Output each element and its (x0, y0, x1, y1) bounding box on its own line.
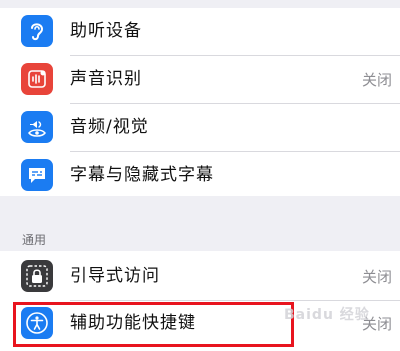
section-header-general: 通用 (22, 233, 47, 247)
hearing-settings-group: 助听设备 声音识别 关闭 音频/视觉 字幕与隐藏式字幕 (0, 8, 400, 196)
row-captions[interactable]: 字幕与隐藏式字幕 (0, 152, 400, 199)
row-audio-visual[interactable]: 音频/视觉 (0, 104, 400, 151)
accessibility-icon (21, 307, 53, 339)
row-label: 助听设备 (70, 21, 142, 41)
sound-recognition-icon (21, 63, 53, 95)
ear-icon (21, 15, 53, 47)
captions-icon (21, 159, 53, 191)
top-strip (0, 0, 400, 8)
row-label: 字幕与隐藏式字幕 (70, 165, 214, 185)
row-guided-access[interactable]: 引导式访问 关闭 (0, 253, 400, 300)
accessibility-settings-page: 助听设备 声音识别 关闭 音频/视觉 字幕与隐藏式字幕 通用 引导式访问 关闭 … (0, 0, 400, 351)
row-hearing-devices[interactable]: 助听设备 (0, 8, 400, 55)
audio-visual-icon (21, 111, 53, 143)
row-label: 声音识别 (70, 69, 142, 89)
row-label: 辅助功能快捷键 (70, 313, 196, 333)
baidu-watermark: Baidu 经验 (284, 307, 370, 323)
general-settings-group: 引导式访问 关闭 辅助功能快捷键 关闭 (0, 251, 400, 351)
guided-access-lock-icon (21, 260, 53, 292)
row-label: 音频/视觉 (70, 117, 149, 137)
row-value: 关闭 (361, 71, 392, 89)
row-value: 关闭 (361, 268, 392, 286)
row-sound-recognition[interactable]: 声音识别 关闭 (0, 56, 400, 103)
row-label: 引导式访问 (70, 266, 160, 286)
